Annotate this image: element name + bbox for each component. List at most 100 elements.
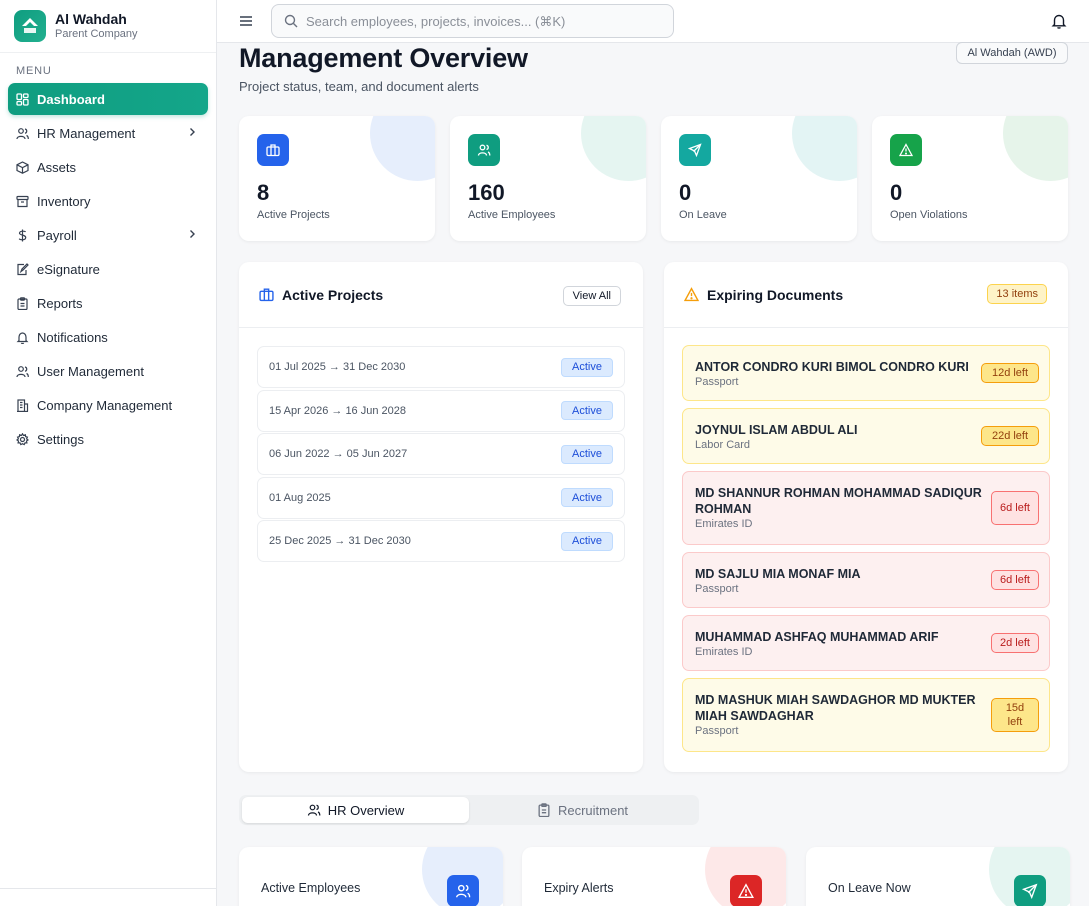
- document-item[interactable]: MD SHANNUR ROHMAN MOHAMMAD SADIQUR ROHMA…: [682, 471, 1050, 545]
- sidebar-footer: [0, 888, 216, 906]
- status-badge: Active: [561, 488, 613, 507]
- sidebar-item-label: Reports: [37, 295, 83, 311]
- sidebar-item-label: Payroll: [37, 227, 77, 243]
- employee-name: ANTOR CONDRO KURI BIMOL CONDRO KURI: [695, 360, 969, 374]
- sidebar-item-label: User Management: [37, 363, 144, 379]
- employee-name: MD MASHUK MIAH SAWDAGHOR MD MUKTER MIAH …: [695, 693, 976, 723]
- stat-card-active-projects[interactable]: 8 Active Projects: [239, 116, 435, 241]
- sidebar-item-settings[interactable]: Settings: [8, 423, 208, 455]
- stat-card-active-employees[interactable]: 160 Active Employees: [450, 116, 646, 241]
- card-label: On Leave Now: [828, 881, 911, 895]
- days-left-badge: 15d left: [991, 698, 1039, 732]
- users-icon: [447, 875, 479, 906]
- dashboard-icon: [16, 92, 29, 106]
- status-badge: Active: [561, 357, 613, 377]
- project-row[interactable]: 06 Jun 2022 → 05 Jun 2027 Active: [257, 433, 625, 475]
- stat-label: Active Employees: [468, 209, 556, 221]
- document-type: Emirates ID: [695, 646, 753, 658]
- sidebar-item-label: Dashboard: [37, 91, 105, 107]
- brand-name: Al Wahdah: [55, 11, 127, 27]
- hr-card-on-leave-now[interactable]: On Leave Now: [806, 847, 1070, 906]
- stat-card-on-leave[interactable]: 0 On Leave: [661, 116, 857, 241]
- brand-subtitle: Parent Company: [55, 28, 138, 40]
- menu-toggle-icon[interactable]: [239, 14, 253, 28]
- plane-icon: [679, 134, 711, 166]
- hr-card-expiry-alerts[interactable]: Expiry Alerts: [522, 847, 786, 906]
- sidebar-item-label: Settings: [37, 431, 84, 447]
- sidebar-item-hr-management[interactable]: HR Management: [8, 117, 208, 149]
- alert-icon: [730, 875, 762, 906]
- card-decoration: [581, 116, 646, 181]
- hr-card-active-employees[interactable]: Active Employees: [239, 847, 503, 906]
- project-dates: 01 Jul 2025 → 31 Dec 2030: [269, 361, 406, 373]
- sidebar-item-esignature[interactable]: eSignature: [8, 253, 208, 285]
- warning-icon: [684, 287, 699, 302]
- expiring-documents-panel: Expiring Documents 13 items ANTOR CONDRO…: [664, 262, 1068, 772]
- sidebar: Al Wahdah Parent Company MENU Dashboard …: [0, 0, 217, 906]
- stat-value: 160: [468, 180, 505, 205]
- project-dates: 25 Dec 2025 → 31 Dec 2030: [269, 535, 411, 547]
- tab-hr-overview[interactable]: HR Overview: [242, 797, 469, 823]
- stat-label: Open Violations: [890, 209, 968, 221]
- dollar-icon: [16, 229, 29, 242]
- stat-card-open-violations[interactable]: 0 Open Violations: [872, 116, 1068, 241]
- panel-title: Expiring Documents: [707, 286, 844, 303]
- days-left-badge: 12d left: [981, 363, 1039, 383]
- project-row[interactable]: 15 Apr 2026 → 16 Jun 2028 Active: [257, 389, 625, 432]
- menu-caption: MENU: [16, 65, 52, 77]
- project-row[interactable]: 25 Dec 2025 → 31 Dec 2030 Active: [257, 520, 625, 562]
- users-icon: [16, 127, 29, 140]
- sidebar-item-label: HR Management: [37, 125, 136, 141]
- document-item[interactable]: ANTOR CONDRO KURI BIMOL CONDRO KURI Pass…: [682, 345, 1050, 401]
- card-label: Active Employees: [261, 881, 361, 895]
- sidebar-item-label: eSignature: [37, 261, 100, 277]
- page-title: Management Overview: [239, 43, 528, 73]
- stat-value: 8: [257, 180, 270, 205]
- document-item[interactable]: MD MASHUK MIAH SAWDAGHOR MD MUKTER MIAH …: [682, 678, 1050, 752]
- bell-icon: [16, 331, 29, 344]
- document-type: Emirates ID: [695, 518, 753, 530]
- project-dates: 06 Jun 2022 → 05 Jun 2027: [269, 448, 408, 460]
- page-subtitle: Project status, team, and document alert…: [239, 79, 479, 94]
- brand[interactable]: Al Wahdah Parent Company: [0, 0, 216, 53]
- tab-label: Recruitment: [557, 802, 629, 818]
- company-selector[interactable]: Al Wahdah (AWD): [956, 42, 1068, 64]
- document-item[interactable]: MUHAMMAD ASHFAQ MUHAMMAD ARIF Emirates I…: [682, 615, 1050, 671]
- employee-name: JOYNUL ISLAM ABDUL ALI: [695, 423, 858, 437]
- users-icon: [307, 803, 321, 817]
- sidebar-item-label: Company Management: [37, 397, 173, 413]
- briefcase-icon: [257, 134, 289, 166]
- status-badge: Active: [561, 531, 613, 551]
- sidebar-item-user-management[interactable]: User Management: [8, 355, 208, 387]
- document-item[interactable]: JOYNUL ISLAM ABDUL ALI Labor Card 22d le…: [682, 408, 1050, 464]
- search-input[interactable]: [306, 13, 646, 29]
- archive-icon: [16, 195, 29, 208]
- sidebar-item-payroll[interactable]: Payroll: [8, 219, 208, 251]
- sidebar-item-label: Inventory: [37, 193, 91, 209]
- sidebar-item-label: Notifications: [37, 329, 108, 345]
- document-item[interactable]: MD SAJLU MIA MONAF MIA Passport 6d left: [682, 552, 1050, 608]
- sidebar-item-assets[interactable]: Assets: [8, 151, 208, 183]
- building-icon: [16, 398, 29, 412]
- sidebar-item-dashboard[interactable]: Dashboard: [8, 83, 208, 115]
- project-row[interactable]: 01 Jul 2025 → 31 Dec 2030 Active: [257, 346, 625, 388]
- clipboard-icon: [16, 296, 29, 310]
- document-list: ANTOR CONDRO KURI BIMOL CONDRO KURI Pass…: [664, 328, 1068, 752]
- project-row[interactable]: 01 Aug 2025 Active: [257, 476, 625, 519]
- days-left-badge: 22d left: [981, 426, 1039, 446]
- view-all-button[interactable]: View All: [562, 286, 621, 306]
- search-bar[interactable]: [271, 4, 674, 38]
- sidebar-item-notifications[interactable]: Notifications: [8, 321, 208, 353]
- company-logo-icon: [14, 10, 46, 42]
- project-dates: 15 Apr 2026 → 16 Jun 2028: [269, 404, 406, 417]
- sidebar-item-company-management[interactable]: Company Management: [8, 389, 208, 421]
- days-left-badge: 6d left: [991, 570, 1039, 590]
- sidebar-item-inventory[interactable]: Inventory: [8, 185, 208, 217]
- tab-recruitment[interactable]: Recruitment: [469, 797, 696, 823]
- sidebar-item-reports[interactable]: Reports: [8, 287, 208, 319]
- employee-name: MUHAMMAD ASHFAQ MUHAMMAD ARIF: [695, 630, 939, 644]
- chevron-right-icon: [190, 230, 195, 238]
- project-dates: 01 Aug 2025: [269, 491, 331, 504]
- notifications-bell-icon[interactable]: [1051, 13, 1067, 29]
- sidebar-item-label: Assets: [37, 159, 77, 175]
